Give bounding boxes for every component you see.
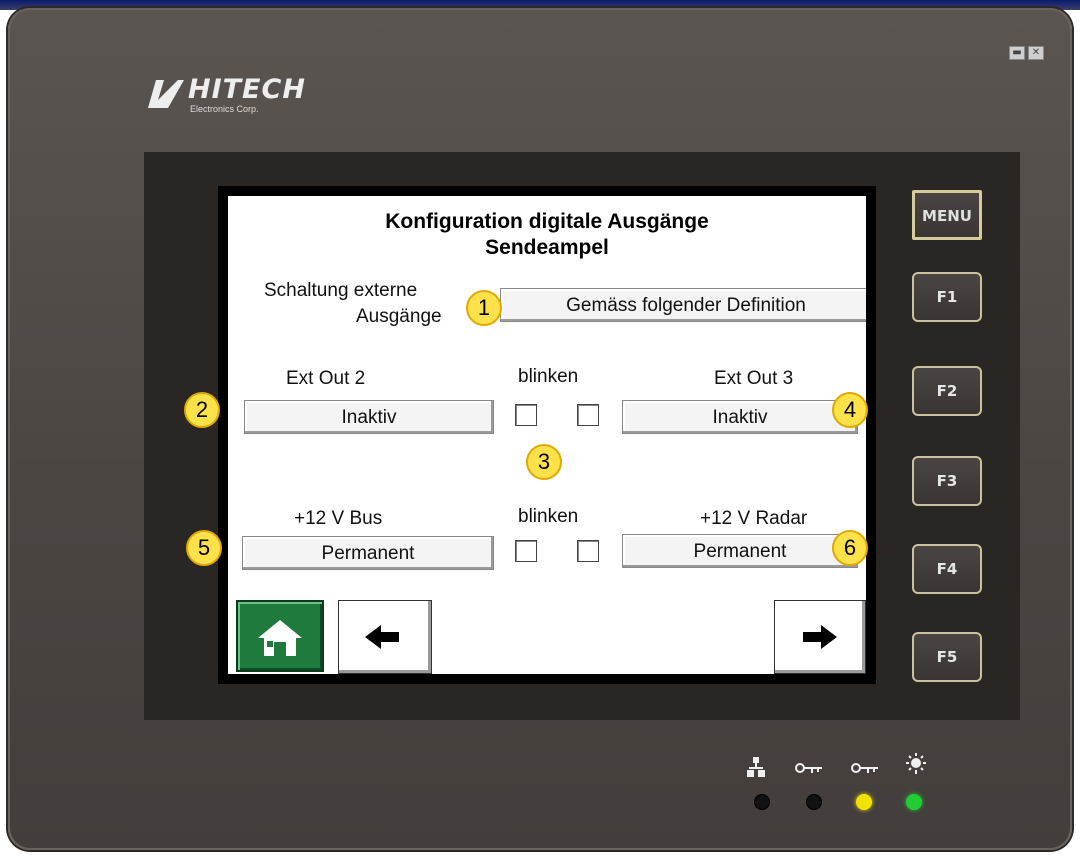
power-icon bbox=[906, 753, 926, 774]
f2-key[interactable]: F2 bbox=[912, 366, 982, 416]
home-icon bbox=[258, 620, 302, 656]
annotation-badge-3: 3 bbox=[526, 444, 562, 480]
page-title: Konfiguration digitale Ausgänge bbox=[385, 210, 709, 233]
annotation-badge-5: 5 bbox=[186, 530, 222, 566]
ext-out-3-button[interactable]: Inaktiv bbox=[622, 400, 858, 434]
blink-bus-12v-checkbox[interactable] bbox=[515, 540, 537, 562]
power-led bbox=[906, 794, 922, 810]
page-subtitle: Sendeampel bbox=[485, 236, 609, 259]
blink-radar-12v-checkbox[interactable] bbox=[577, 540, 599, 562]
blink-ext-out-3-checkbox[interactable] bbox=[577, 404, 599, 426]
f3-key[interactable]: F3 bbox=[912, 456, 982, 506]
comm-2-led bbox=[856, 794, 872, 810]
brand-name: HITECH bbox=[188, 74, 306, 105]
blink-label-row1: blinken bbox=[518, 366, 579, 387]
f1-key[interactable]: F1 bbox=[912, 272, 982, 322]
annotation-badge-6: 6 bbox=[832, 530, 868, 566]
circuit-mode-button[interactable]: Gemäss folgender Definition bbox=[500, 288, 866, 322]
radar-12v-label: +12 V Radar bbox=[700, 508, 808, 529]
network-led bbox=[754, 794, 770, 810]
window-controls: ▬ ✕ bbox=[1009, 46, 1044, 60]
screen-content: Konfiguration digitale Ausgänge Sendeamp… bbox=[228, 196, 866, 674]
radar-12v-button[interactable]: Permanent bbox=[622, 534, 858, 568]
arrow-right-icon bbox=[803, 625, 837, 649]
menu-key[interactable]: MENU bbox=[912, 190, 982, 240]
key-icon bbox=[851, 763, 878, 773]
bus-12v-label: +12 V Bus bbox=[294, 508, 383, 529]
brand-mark-icon bbox=[148, 80, 184, 108]
arrow-left-icon bbox=[365, 625, 399, 649]
f4-key[interactable]: F4 bbox=[912, 544, 982, 594]
next-button[interactable] bbox=[774, 600, 866, 674]
brand-subtitle: Electronics Corp. bbox=[190, 104, 259, 114]
bus-12v-button[interactable]: Permanent bbox=[242, 536, 494, 570]
minimize-icon[interactable]: ▬ bbox=[1009, 46, 1025, 60]
hmi-screen: Konfiguration digitale Ausgänge Sendeamp… bbox=[218, 186, 876, 684]
back-button[interactable] bbox=[338, 600, 432, 674]
ext-out-3-label: Ext Out 3 bbox=[714, 368, 794, 389]
f5-key[interactable]: F5 bbox=[912, 632, 982, 682]
key-icon bbox=[795, 763, 822, 773]
annotation-badge-1: 1 bbox=[466, 290, 502, 326]
annotation-badge-4: 4 bbox=[832, 392, 868, 428]
annotation-badge-2: 2 bbox=[184, 392, 220, 428]
home-button[interactable] bbox=[236, 600, 324, 672]
circuit-label-line1: Schaltung externe bbox=[264, 280, 418, 301]
blink-ext-out-2-checkbox[interactable] bbox=[515, 404, 537, 426]
ext-out-2-label: Ext Out 2 bbox=[286, 368, 366, 389]
blink-label-row2: blinken bbox=[518, 506, 579, 527]
comm-1-led bbox=[806, 794, 822, 810]
close-icon[interactable]: ✕ bbox=[1028, 46, 1044, 60]
ext-out-2-button[interactable]: Inaktiv bbox=[244, 400, 494, 434]
network-icon bbox=[747, 757, 765, 777]
circuit-label-line2: Ausgänge bbox=[356, 306, 442, 327]
